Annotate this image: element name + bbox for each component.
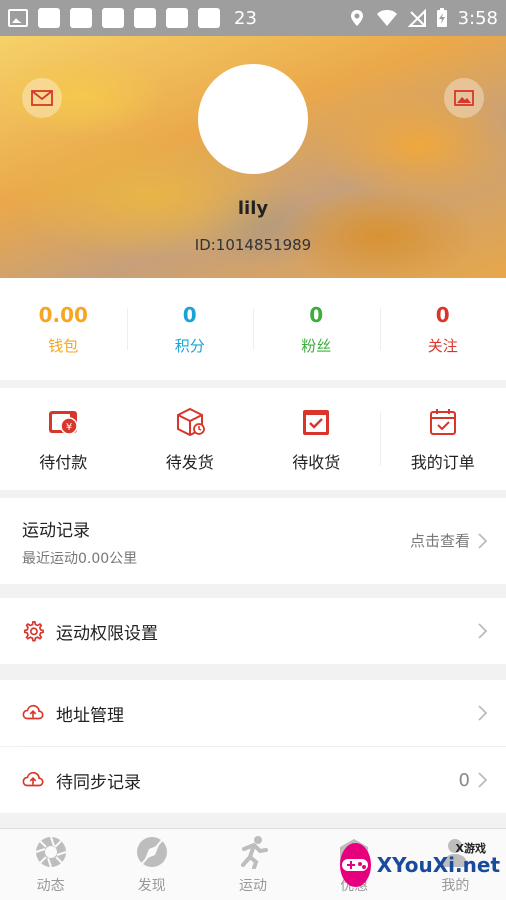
stat-fans[interactable]: 0 粉丝 <box>253 278 380 380</box>
compass-icon <box>136 836 167 867</box>
nav-feed[interactable]: 动态 <box>0 829 101 900</box>
chevron-right-icon <box>478 623 488 639</box>
order-label: 待收货 <box>292 453 341 472</box>
order-label: 待付款 <box>39 453 88 472</box>
notification-icon <box>38 8 60 28</box>
cloud-upload-icon <box>22 704 44 720</box>
address-management-row[interactable]: 地址管理 <box>0 680 506 746</box>
nav-label: 动态 <box>36 877 65 894</box>
notification-icon <box>70 8 92 28</box>
image-notification-icon <box>8 9 28 27</box>
order-pending-shipment[interactable]: 待发货 <box>127 388 254 490</box>
notification-icon <box>166 8 188 28</box>
sport-record-card[interactable]: 运动记录 最近运动0.00公里 点击查看 <box>0 498 506 584</box>
stat-value: 0 <box>309 302 324 327</box>
order-label: 待发货 <box>165 453 214 472</box>
notification-icon <box>134 8 156 28</box>
nav-label: 运动 <box>239 877 267 894</box>
nav-label: 发现 <box>137 877 166 894</box>
svg-text:¥: ¥ <box>66 422 72 433</box>
chevron-right-icon <box>478 772 488 788</box>
stat-value: 0.00 <box>38 302 88 327</box>
pending-sync-count: 0 <box>458 769 470 791</box>
order-pending-receipt[interactable]: 待收货 <box>253 388 380 490</box>
stat-following[interactable]: 0 关注 <box>379 278 506 380</box>
notification-count: 23 <box>234 7 257 29</box>
notification-icon <box>102 8 124 28</box>
sport-record-subtitle: 最近运动0.00公里 <box>22 551 138 567</box>
image-icon <box>454 90 474 106</box>
row-label: 待同步记录 <box>56 772 141 793</box>
order-label: 我的订单 <box>410 453 475 472</box>
stat-label: 粉丝 <box>301 336 332 355</box>
aperture-icon <box>35 836 66 867</box>
cloud-upload-icon <box>22 771 44 787</box>
status-bar: 23 3:58 <box>0 0 506 36</box>
stat-label: 积分 <box>174 336 205 355</box>
chevron-right-icon <box>478 532 488 549</box>
stat-value: 0 <box>435 302 450 327</box>
view-sport-record-link[interactable]: 点击查看 <box>410 530 488 551</box>
clock: 3:58 <box>457 7 498 29</box>
wifi-icon <box>376 10 397 26</box>
chevron-right-icon <box>478 705 488 721</box>
wallet-yuan-icon: ¥ <box>49 411 78 435</box>
username: lily <box>237 198 269 219</box>
watermark-small-text: X游戏 <box>455 842 486 855</box>
profile-header: lily ID:1014851989 <box>0 36 506 278</box>
order-pending-payment[interactable]: ¥ 待付款 <box>0 388 127 490</box>
user-id: ID:1014851989 <box>194 236 312 254</box>
sport-record-title: 运动记录 <box>22 521 90 541</box>
running-icon <box>241 835 268 869</box>
package-icon <box>176 407 205 437</box>
battery-charging-icon <box>436 8 447 27</box>
nav-sport[interactable]: 运动 <box>202 829 303 900</box>
row-label: 运动权限设置 <box>56 623 158 644</box>
gamepad-icon <box>340 843 371 887</box>
view-link-label: 点击查看 <box>409 532 470 550</box>
row-label: 地址管理 <box>56 705 124 726</box>
message-button[interactable] <box>22 78 62 118</box>
my-orders[interactable]: 我的订单 <box>379 388 506 490</box>
stat-label: 钱包 <box>48 336 79 355</box>
stat-points[interactable]: 0 积分 <box>126 278 254 380</box>
stats-bar: 0.00 钱包 0 积分 0 粉丝 0 关注 <box>0 278 506 380</box>
watermark-logo: XYouXi.net X游戏 <box>340 836 500 894</box>
calendar-check-icon <box>429 409 456 435</box>
gear-icon <box>23 621 44 642</box>
sport-permission-settings-row[interactable]: 运动权限设置 <box>0 598 506 664</box>
notification-icon <box>198 8 220 28</box>
stat-label: 关注 <box>427 336 458 355</box>
watermark-text: XYouXi.net <box>376 853 500 877</box>
stat-wallet[interactable]: 0.00 钱包 <box>0 278 127 380</box>
stat-value: 0 <box>182 302 197 327</box>
no-signal-icon <box>407 9 426 27</box>
location-icon <box>350 10 363 26</box>
mail-icon <box>31 90 53 106</box>
nav-discover[interactable]: 发现 <box>101 829 202 900</box>
change-background-button[interactable] <box>444 78 484 118</box>
orders-bar: ¥ 待付款 待发货 待收货 我的订单 <box>0 388 506 490</box>
avatar[interactable] <box>198 64 308 174</box>
pending-sync-row[interactable]: 待同步记录 0 <box>0 747 506 813</box>
box-check-icon <box>303 410 330 435</box>
